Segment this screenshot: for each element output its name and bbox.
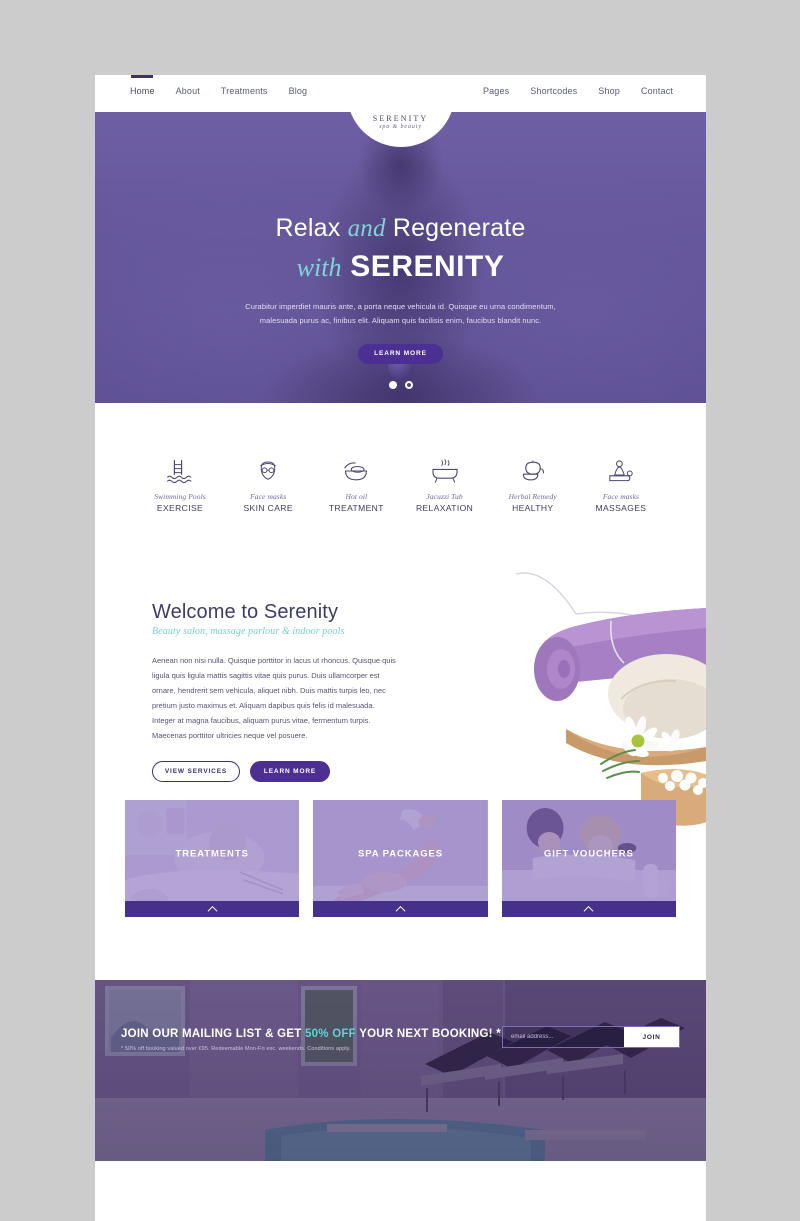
hero-slider-dot-2[interactable] (404, 381, 413, 389)
nav-item-treatments[interactable]: Treatments (221, 86, 268, 96)
newsletter-section: JOIN OUR MAILING LIST & GET 50% OFF YOUR… (95, 980, 706, 1161)
newsletter-discount-highlight: 50% OFF (304, 1028, 356, 1040)
newsletter-headline-pre: JOIN OUR MAILING LIST & GET (121, 1028, 305, 1040)
service-label: MASSAGES (595, 503, 647, 513)
hero-headline-secondary: with SERENITY (95, 249, 706, 283)
hero-content: Relax and Regenerate with SERENITY Curab… (95, 112, 706, 364)
welcome-subheading: Beauty salon, massage parlour & indoor p… (152, 626, 345, 637)
newsletter-headline-post: YOUR NEXT BOOKING! * (355, 1028, 501, 1040)
promo-card-title: SPA PACKAGES (357, 848, 444, 860)
nav-item-blog[interactable]: Blog (289, 86, 308, 96)
service-script-label: Hot oil (345, 492, 368, 501)
service-label: EXERCISE (156, 503, 204, 513)
chevron-up-icon (207, 905, 218, 916)
nav-item-pages[interactable]: Pages (483, 86, 509, 96)
nav-item-about[interactable]: About (176, 86, 200, 96)
service-label: RELAXATION (415, 503, 474, 513)
hero-headline-primary: Relax and Regenerate (95, 214, 706, 243)
hero-headline-with: with (296, 252, 342, 282)
newsletter-bar: JOIN OUR MAILING LIST & GET 50% OFF YOUR… (95, 1026, 706, 1076)
active-nav-indicator (131, 75, 153, 78)
site-header: Home About Treatments Blog Pages Shortco… (95, 75, 706, 112)
hero-description: Curabitur imperdiet mauris ante, a porta… (245, 302, 556, 325)
promo-card-expand[interactable] (313, 901, 488, 917)
promo-card-spa-packages[interactable]: SPA PACKAGES (313, 800, 488, 917)
hero-slider-dot-1[interactable] (388, 381, 397, 389)
hero-learn-more-button[interactable]: LEARN MORE (358, 343, 443, 364)
promo-card-title: GIFT VOUCHERS (543, 848, 634, 860)
face-mask-icon (225, 451, 311, 485)
logo-tagline: spa & beauty (379, 124, 422, 130)
nav-item-shortcodes[interactable]: Shortcodes (530, 86, 577, 96)
promo-card-expand[interactable] (501, 901, 676, 917)
service-script-label: Face masks (602, 492, 640, 501)
promo-card-treatments[interactable]: TREATMENTS (125, 800, 300, 917)
promo-card-expand[interactable] (125, 901, 300, 917)
primary-nav-left: Home About Treatments Blog (130, 86, 307, 96)
nav-item-home[interactable]: Home (130, 86, 155, 96)
bathtub-icon (402, 451, 488, 485)
promo-card-title: TREATMENTS (175, 848, 249, 860)
welcome-learn-more-button[interactable]: LEARN MORE (250, 761, 330, 782)
service-script-label: Herbal Remedy (508, 492, 557, 501)
newsletter-copy: JOIN OUR MAILING LIST & GET 50% OFF YOUR… (121, 1026, 501, 1052)
hot-oil-bowl-icon (313, 451, 399, 485)
service-item-relaxation[interactable]: Jacuzzi Tub RELAXATION (402, 451, 488, 513)
massage-icon (578, 451, 664, 485)
welcome-text-block: Welcome to Serenity Beauty salon, massag… (95, 601, 396, 782)
welcome-body-text: Aenean non nisi nulla. Quisque porttitor… (152, 656, 396, 740)
service-item-treatment[interactable]: Hot oil TREATMENT (313, 451, 399, 513)
service-item-healthy[interactable]: Herbal Remedy HEALTHY (490, 451, 576, 513)
welcome-section: Welcome to Serenity Beauty salon, massag… (95, 559, 706, 917)
hero-headline-pre: Relax (275, 214, 348, 242)
service-script-label: Jacuzzi Tub (426, 492, 463, 501)
nav-item-contact[interactable]: Contact (641, 86, 673, 96)
hero-headline-post: Regenerate (385, 214, 526, 242)
service-item-exercise[interactable]: Swimming Pools EXERCISE (137, 451, 223, 513)
hero-slider: Relax and Regenerate with SERENITY Curab… (95, 112, 706, 403)
newsletter-fine-print: * 50% off booking valued over €95. Redee… (121, 1046, 351, 1052)
service-label: TREATMENT (328, 503, 384, 513)
logo-wordmark: SERENITY (372, 114, 429, 123)
service-label: HEALTHY (512, 503, 554, 513)
primary-nav-right: Pages Shortcodes Shop Contact (483, 86, 673, 96)
newsletter-email-input[interactable] (503, 1027, 624, 1047)
promo-cards: TREATMENTS SPA PACKAGES GIFT VOUCHERS (125, 800, 676, 917)
service-item-massages[interactable]: Face masks MASSAGES (578, 451, 664, 513)
herbal-teapot-icon (490, 451, 576, 485)
view-services-button[interactable]: VIEW SERVICES (152, 761, 240, 782)
hero-slider-dots (388, 381, 413, 389)
service-label: SKIN CARE (243, 503, 293, 513)
hero-headline-emphasis: and (347, 215, 386, 242)
chevron-up-icon (395, 905, 406, 916)
chevron-up-icon (583, 905, 594, 916)
welcome-buttons: VIEW SERVICES LEARN MORE (152, 761, 375, 782)
service-item-skin-care[interactable]: Face masks SKIN CARE (225, 451, 311, 513)
hero-headline-brand: SERENITY (350, 249, 505, 283)
nav-item-shop[interactable]: Shop (598, 86, 620, 96)
website-page: Home About Treatments Blog Pages Shortco… (95, 75, 706, 1221)
service-script-label: Swimming Pools (154, 492, 206, 501)
welcome-heading: Welcome to Serenity (152, 601, 339, 623)
pool-ladder-icon (137, 451, 223, 485)
services-strip: Swimming Pools EXERCISE Face masks SKIN … (95, 403, 706, 559)
newsletter-form: JOIN (502, 1026, 680, 1048)
service-script-label: Face masks (250, 492, 287, 501)
newsletter-headline: JOIN OUR MAILING LIST & GET 50% OFF YOUR… (121, 1028, 501, 1040)
promo-card-gift-vouchers[interactable]: GIFT VOUCHERS (501, 800, 676, 917)
newsletter-join-button[interactable]: JOIN (624, 1027, 679, 1047)
